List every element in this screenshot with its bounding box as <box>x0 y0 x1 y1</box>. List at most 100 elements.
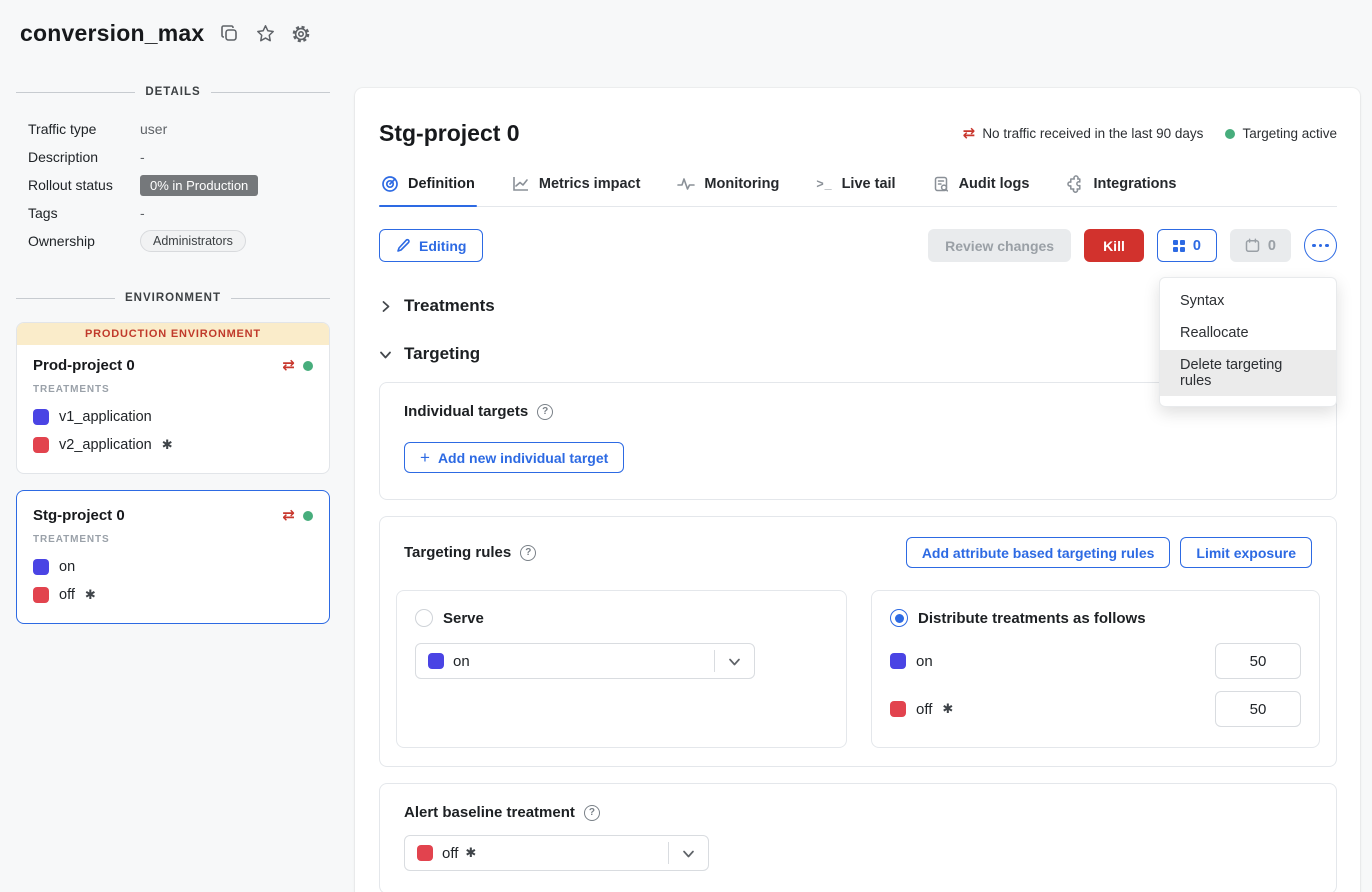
app-header: conversion_max <box>20 20 312 47</box>
treatment-item: v1_application <box>33 403 313 431</box>
divider <box>16 298 115 299</box>
pulse-icon <box>677 177 695 191</box>
treatments-heading: TREATMENTS <box>33 534 313 545</box>
env-card-stg-project-0[interactable]: Stg-project 0 ⇄ TREATMENTS on off ✱ <box>16 490 330 624</box>
tab-definition[interactable]: Definition <box>379 175 477 206</box>
default-treatment-icon: ✱ <box>465 845 476 861</box>
detail-row-description: Description - <box>28 144 330 170</box>
serve-option-panel: Serve on <box>396 590 847 748</box>
menu-item-delete-targeting-rules[interactable]: Delete targeting rules <box>1160 350 1336 396</box>
traffic-status: ⇄ No traffic received in the last 90 day… <box>963 126 1204 141</box>
distribute-label: Distribute treatments as follows <box>918 610 1146 627</box>
help-icon[interactable]: ? <box>584 805 600 821</box>
add-attribute-rules-button[interactable]: Add attribute based targeting rules <box>906 537 1171 568</box>
active-status-dot <box>303 361 313 371</box>
percentage-input-on[interactable] <box>1215 643 1301 679</box>
menu-item-reallocate[interactable]: Reallocate <box>1160 318 1336 348</box>
serve-treatment-select[interactable]: on <box>415 643 755 679</box>
treatment-item: off ✱ <box>33 581 313 609</box>
env-card-name: Stg-project 0 <box>33 507 125 524</box>
treatment-item: on <box>33 553 313 581</box>
more-actions-button[interactable] <box>1304 229 1337 262</box>
audit-log-icon <box>933 176 950 193</box>
divider <box>231 298 330 299</box>
tab-monitoring[interactable]: Monitoring <box>675 175 781 206</box>
editing-button[interactable]: Editing <box>379 229 483 262</box>
serve-label: Serve <box>443 610 484 627</box>
star-icon[interactable] <box>254 23 276 45</box>
add-individual-target-button[interactable]: + Add new individual target <box>404 442 624 473</box>
limit-exposure-button[interactable]: Limit exposure <box>1180 537 1312 568</box>
default-treatment-icon: ✱ <box>162 437 173 453</box>
targeting-status: Targeting active <box>1225 126 1337 141</box>
treatment-color-chip <box>33 437 49 453</box>
distribute-row-off: off ✱ <box>890 691 1301 727</box>
grid-icon <box>1173 240 1185 252</box>
tab-audit-logs[interactable]: Audit logs <box>931 175 1032 206</box>
rules-count-button[interactable]: 0 <box>1157 229 1217 262</box>
ownership-pill[interactable]: Administrators <box>140 230 246 252</box>
alert-baseline-panel: Alert baseline treatment ? off ✱ <box>379 783 1337 892</box>
production-environment-banner: PRODUCTION ENVIRONMENT <box>17 323 329 345</box>
review-changes-button[interactable]: Review changes <box>928 229 1071 262</box>
chevron-right-icon <box>379 300 392 313</box>
tabbar: Definition Metrics impact Monitoring >_ … <box>379 175 1337 207</box>
sidebar: DETAILS Traffic type user Description - … <box>16 86 330 640</box>
active-status-dot <box>303 511 313 521</box>
tab-metrics-impact[interactable]: Metrics impact <box>510 175 643 206</box>
menu-item-syntax[interactable]: Syntax <box>1160 286 1336 316</box>
default-treatment-icon: ✱ <box>85 587 96 603</box>
divider <box>211 92 330 93</box>
swap-arrows-icon: ⇄ <box>282 358 295 373</box>
percentage-input-off[interactable] <box>1215 691 1301 727</box>
chart-icon <box>512 176 530 192</box>
serve-radio[interactable] <box>415 609 433 627</box>
targeting-rules-panel: Targeting rules ? Add attribute based ta… <box>379 516 1337 767</box>
gear-icon[interactable] <box>290 23 312 45</box>
details-heading: DETAILS <box>16 86 330 98</box>
chevron-down-icon <box>669 847 708 860</box>
chevron-down-icon <box>715 655 754 668</box>
help-icon[interactable]: ? <box>537 404 553 420</box>
detail-row-rollout-status: Rollout status 0% in Production <box>28 172 330 198</box>
terminal-icon: >_ <box>816 177 832 191</box>
targeting-rules-title: Targeting rules <box>404 544 511 561</box>
active-status-dot <box>1225 129 1235 139</box>
page-title: Stg-project 0 <box>379 120 520 147</box>
detail-row-traffic-type: Traffic type user <box>28 116 330 142</box>
chevron-down-icon <box>379 348 392 361</box>
copy-icon[interactable] <box>218 23 240 45</box>
treatment-color-chip <box>33 559 49 575</box>
calendar-icon <box>1245 238 1260 253</box>
treatment-color-chip <box>890 653 906 669</box>
swap-arrows-icon: ⇄ <box>963 126 976 141</box>
puzzle-icon <box>1066 175 1084 193</box>
details-list: Traffic type user Description - Rollout … <box>16 116 330 254</box>
divider <box>16 92 135 93</box>
tab-live-tail[interactable]: >_ Live tail <box>814 175 897 206</box>
distribute-radio[interactable] <box>890 609 908 627</box>
flag-name-title: conversion_max <box>20 20 204 47</box>
more-actions-menu: Syntax Reallocate Delete targeting rules <box>1159 277 1337 407</box>
pencil-icon <box>396 238 411 253</box>
treatment-color-chip <box>33 409 49 425</box>
alert-baseline-select[interactable]: off ✱ <box>404 835 709 871</box>
schedule-count-button[interactable]: 0 <box>1230 229 1291 262</box>
tab-integrations[interactable]: Integrations <box>1064 175 1178 206</box>
treatment-color-chip <box>417 845 433 861</box>
env-card-prod-project-0[interactable]: PRODUCTION ENVIRONMENT Prod-project 0 ⇄ … <box>16 322 330 474</box>
kill-button[interactable]: Kill <box>1084 229 1144 262</box>
env-card-name: Prod-project 0 <box>33 357 135 374</box>
detail-row-tags: Tags - <box>28 200 330 226</box>
detail-row-ownership: Ownership Administrators <box>28 228 330 254</box>
target-icon <box>381 175 399 193</box>
distribute-row-on: on <box>890 643 1301 679</box>
environment-detail-panel: Stg-project 0 ⇄ No traffic received in t… <box>355 88 1360 892</box>
treatment-item: v2_application ✱ <box>33 431 313 459</box>
alert-baseline-title: Alert baseline treatment <box>404 804 575 821</box>
toolbar: Editing Review changes Kill 0 0 <box>379 229 1337 262</box>
help-icon[interactable]: ? <box>520 545 536 561</box>
treatment-color-chip <box>33 587 49 603</box>
treatment-color-chip <box>428 653 444 669</box>
environment-heading: ENVIRONMENT <box>16 292 330 304</box>
